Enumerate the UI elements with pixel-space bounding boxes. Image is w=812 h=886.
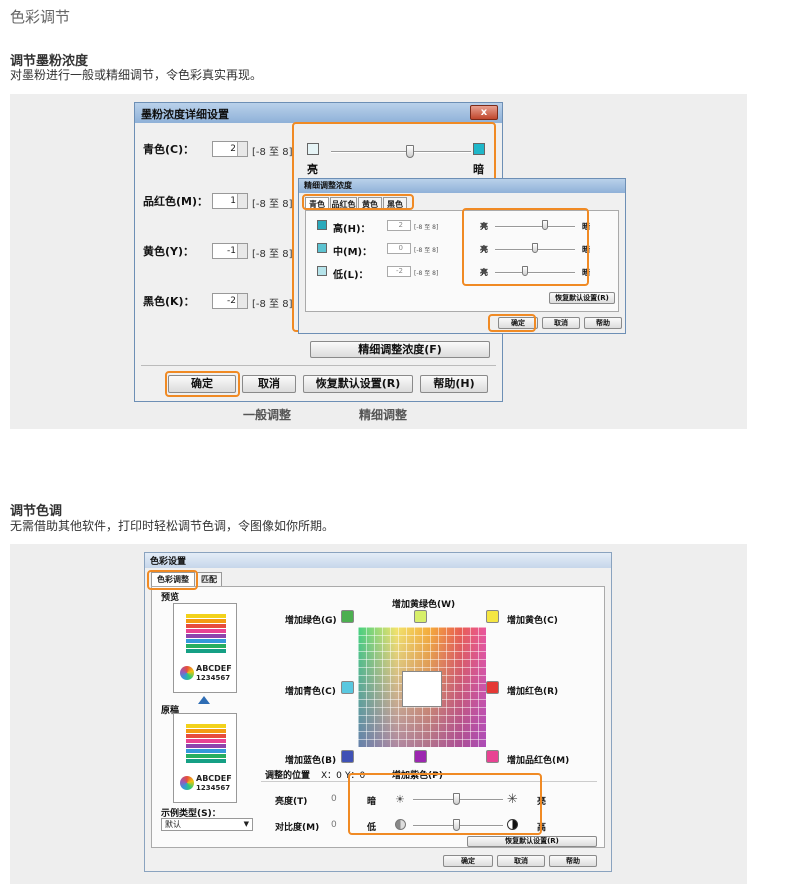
fine-restore-button[interactable]: 恢复默认设置(R): [549, 292, 615, 304]
cyan-range: [-8 至 8]: [252, 147, 293, 158]
preview-sample-text: ABCDEF: [196, 664, 232, 673]
blue-label: 增加蓝色(B): [285, 756, 337, 766]
dialog-divider: [141, 365, 496, 366]
color-wheel-icon: [180, 666, 194, 680]
low-label: 低(L)：: [333, 270, 369, 281]
green-label: 增加绿色(G): [285, 616, 337, 626]
pencils-icon: [186, 614, 226, 653]
high-label: 高(H)：: [333, 224, 371, 235]
low-spinner[interactable]: -2: [387, 266, 411, 277]
color-help-button[interactable]: 帮助: [549, 855, 597, 867]
fine-help-button[interactable]: 帮助: [584, 317, 622, 329]
mid-swatch: [317, 243, 327, 253]
low-swatch: [317, 266, 327, 276]
fine-dialog-title: 精细调整浓度: [304, 181, 352, 190]
fine-adjust-button[interactable]: 精细调整浓度(F): [310, 341, 490, 358]
yellow-label: 增加黄色(C): [507, 616, 558, 626]
contrast-value: 0: [331, 820, 337, 830]
brightness-label: 亮度(T): [275, 797, 308, 807]
yellow-button[interactable]: [486, 610, 499, 623]
high-swatch: [317, 220, 327, 230]
low-range: [-8 至 8]: [414, 270, 439, 277]
color-ok-button[interactable]: 确定: [443, 855, 493, 867]
position-x: X：0: [321, 771, 342, 781]
caption-fine: 精细调整: [359, 408, 408, 422]
brightness-contrast-highlight: [348, 773, 542, 835]
color-titlebar: 色彩设置: [145, 553, 611, 568]
chevron-down-icon: ▼: [243, 820, 249, 828]
cyan-direction-label: 增加青色(C): [285, 687, 336, 697]
pencils-icon: [186, 724, 226, 763]
high-spinner[interactable]: 2: [387, 220, 411, 231]
yellow-label: 黄色(Y)：: [143, 245, 195, 258]
contrast-label: 对比度(M): [275, 823, 320, 833]
color-dialog-title: 色彩设置: [150, 557, 187, 567]
section-desc-toner: 对墨粉进行一般或精细调节，令色彩真实再现。: [10, 68, 263, 82]
purple-button[interactable]: [414, 750, 427, 763]
magenta-label: 品红色(M)：: [143, 195, 209, 208]
sample-type-value: 默认: [165, 820, 181, 829]
color-grid[interactable]: [358, 627, 486, 747]
help-button[interactable]: 帮助(H): [420, 375, 488, 393]
tab-matching[interactable]: 匹配: [196, 572, 222, 586]
yellow-spinner[interactable]: -1: [212, 243, 248, 259]
position-label: 调整的位置: [265, 771, 311, 781]
mid-range: [-8 至 8]: [414, 247, 439, 254]
fine-sliders-highlight: [462, 208, 589, 286]
tone-screenshot-panel: 色彩设置 色彩调整 匹配 预览 ABCDEF 1234567 原稿 ABCDEF…: [10, 544, 747, 884]
black-label: 黑色(K)：: [143, 295, 195, 308]
cyan-spinner[interactable]: 2: [212, 141, 248, 157]
preview-image: ABCDEF 1234567: [173, 603, 237, 693]
preview-label: 预览: [161, 593, 180, 603]
page-title: 色彩调节: [10, 8, 71, 26]
fine-cancel-button[interactable]: 取消: [542, 317, 580, 329]
fine-ok-highlight: [488, 314, 536, 332]
cancel-button[interactable]: 取消: [242, 375, 296, 393]
red-label: 增加红色(R): [507, 687, 559, 697]
brightness-value: 0: [331, 794, 337, 804]
original-sample-text: ABCDEF: [196, 774, 232, 783]
magenta-spinner[interactable]: 1: [212, 193, 248, 209]
toner-screenshot-panel: 墨粉浓度详细设置 x 青色(C)： 2 [-8 至 8] 品红色(M)： 1 […: [10, 94, 747, 429]
section-desc-tone: 无需借助其他软件，打印时轻松调节色调，令图像如你所期。: [10, 519, 335, 533]
yellow-green-label: 增加黄绿色(W): [392, 600, 456, 610]
magenta-range: [-8 至 8]: [252, 199, 293, 210]
blue-button[interactable]: [341, 750, 354, 763]
color-restore-button[interactable]: 恢复默认设置(R): [467, 836, 597, 847]
tabs-highlight: [302, 194, 414, 210]
red-button[interactable]: [486, 681, 499, 694]
cyan-button[interactable]: [341, 681, 354, 694]
mid-spinner[interactable]: 0: [387, 243, 411, 254]
color-cancel-button[interactable]: 取消: [497, 855, 545, 867]
black-spinner[interactable]: -2: [212, 293, 248, 309]
original-image: ABCDEF 1234567: [173, 713, 237, 803]
caption-general: 一般调整: [243, 408, 292, 422]
grid-center-preview: [402, 671, 442, 707]
ok-highlight: [165, 371, 240, 397]
cyan-label: 青色(C)：: [143, 143, 195, 156]
fine-titlebar: 精细调整浓度: [299, 179, 625, 193]
green-button[interactable]: [341, 610, 354, 623]
black-range: [-8 至 8]: [252, 299, 293, 310]
sample-type-select[interactable]: 默认 ▼: [161, 818, 253, 831]
color-wheel-icon: [180, 776, 194, 790]
dialog-titlebar: 墨粉浓度详细设置 x: [135, 103, 502, 123]
arrow-up-icon: [198, 696, 210, 704]
dialog-title: 墨粉浓度详细设置: [141, 108, 229, 121]
restore-defaults-button[interactable]: 恢复默认设置(R): [303, 375, 413, 393]
close-button[interactable]: x: [470, 105, 498, 120]
yellow-green-button[interactable]: [414, 610, 427, 623]
original-sample-num: 1234567: [196, 784, 231, 792]
high-range: [-8 至 8]: [414, 224, 439, 231]
yellow-range: [-8 至 8]: [252, 249, 293, 260]
preview-sample-num: 1234567: [196, 674, 231, 682]
magenta-direction-label: 增加品红色(M): [507, 756, 570, 766]
mid-label: 中(M)：: [333, 247, 373, 258]
magenta-button[interactable]: [486, 750, 499, 763]
color-tab-highlight: [147, 570, 198, 590]
